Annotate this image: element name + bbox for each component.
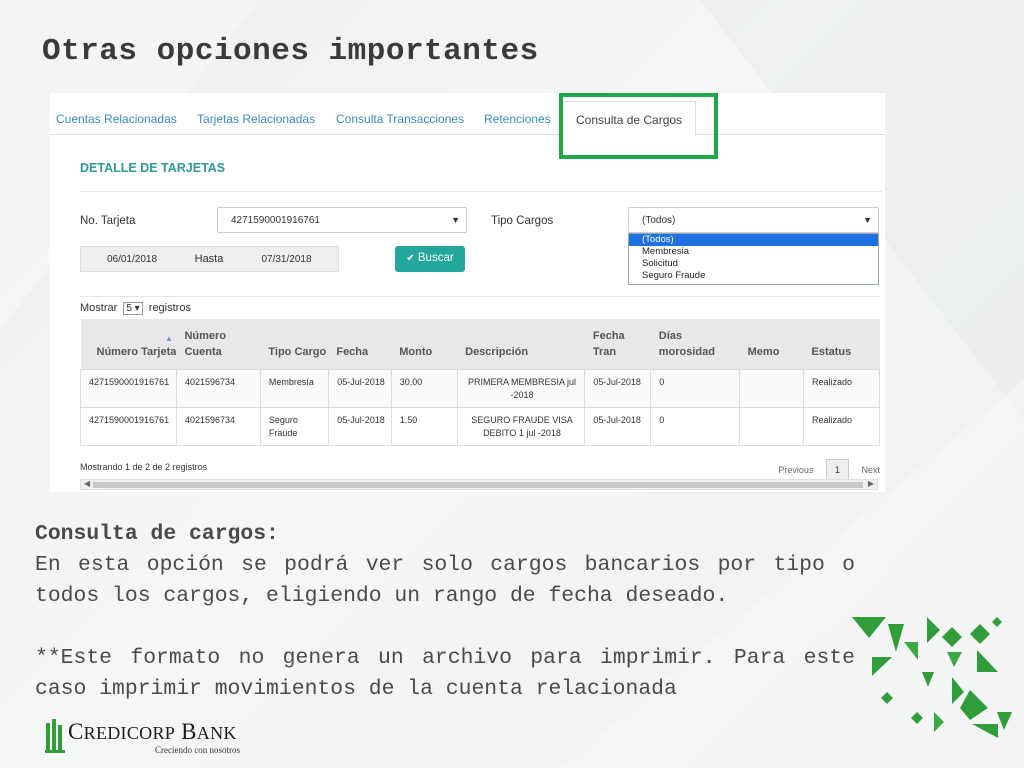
tab-consulta-de-cargos[interactable]: Consulta de Cargos [562, 101, 697, 136]
print-note: **Este formato no genera un archivo para… [35, 646, 855, 701]
table-row: 4271590001916761 4021596734 Seguro Fraud… [80, 406, 880, 446]
cell-estatus: Realizado [803, 368, 880, 408]
page-length-select[interactable]: 5 ▾ [123, 302, 143, 315]
charge-type-options: (Todos) Membresia Solicitud Seguro Fraud… [628, 233, 879, 285]
col-fecha-tran[interactable]: Fecha Tran [584, 319, 651, 369]
cell-numero-cuenta: 4021596734 [175, 368, 261, 408]
date-to-input[interactable]: 07/31/2018 [235, 247, 338, 271]
cell-monto: 1.50 [390, 406, 458, 446]
logo-wordmark: CREDICORP BANK [68, 719, 237, 744]
results-table: Número Tarjeta Número Cuenta Tipo Cargo … [80, 319, 880, 446]
col-memo[interactable]: Memo [739, 319, 804, 369]
check-circle-icon: ✔ [406, 253, 415, 264]
slide-title: Otras opciones importantes [42, 34, 539, 69]
cell-memo [739, 406, 805, 446]
option-solicitud[interactable]: Solicitud [629, 258, 878, 270]
option-seguro-fraude[interactable]: Seguro Fraude [629, 270, 878, 282]
search-button[interactable]: ✔ Buscar [395, 246, 465, 272]
cell-memo [739, 368, 805, 408]
scroll-right-icon[interactable]: ▶ [868, 479, 874, 488]
credicorp-logo: CREDICORP BANK Creciendo con nosotros [45, 715, 275, 760]
charge-type-select[interactable]: (Todos) ▼ [628, 207, 879, 233]
green-triangles-decoration [852, 617, 1012, 738]
section-title: DETALLE DE TARJETAS [80, 161, 226, 175]
option-membresia[interactable]: Membresia [629, 246, 878, 258]
scroll-left-icon[interactable]: ◀ [84, 479, 90, 488]
tab-tarjetas-relacionadas[interactable]: Tarjetas Relacionadas [197, 112, 315, 126]
cell-fecha-tran: 05-Jul-2018 [584, 368, 652, 408]
sort-asc-icon[interactable]: ▲ [165, 334, 173, 343]
cell-numero-cuenta: 4021596734 [175, 406, 261, 446]
show-suffix: registros [148, 302, 191, 314]
chevron-down-icon: ▼ [863, 215, 872, 225]
cell-fecha: 05-Jul-2018 [327, 368, 392, 408]
description-paragraph: En esta opción se podrá ver solo cargos … [35, 553, 855, 608]
col-dias-morosidad[interactable]: Días morosidad [650, 319, 740, 369]
cell-monto: 30.00 [390, 368, 458, 408]
charge-type-value: (Todos) [642, 215, 676, 226]
cell-numero-tarjeta: 4271590001916761 [80, 368, 177, 408]
logo-tagline: Creciendo con nosotros [155, 745, 240, 755]
card-number-value: 4271590001916761 [231, 215, 320, 226]
col-estatus[interactable]: Estatus [803, 319, 880, 369]
date-range: 06/01/2018 Hasta 07/31/2018 [80, 246, 339, 272]
col-descripcion[interactable]: Descripción [457, 319, 585, 369]
next-button[interactable]: Next [861, 465, 880, 475]
description-heading: Consulta de cargos: [35, 522, 279, 546]
col-numero-tarjeta[interactable]: Número Tarjeta [80, 319, 177, 369]
logo-building-icon [45, 719, 65, 753]
previous-button[interactable]: Previous [778, 465, 813, 475]
tab-cuentas-relacionadas[interactable]: Cuentas Relacionadas [56, 112, 177, 126]
charge-type-label: Tipo Cargos [491, 215, 554, 227]
scrollbar-thumb[interactable] [93, 482, 863, 488]
cell-tipo-cargo: Seguro Fraude [259, 406, 329, 446]
date-from-input[interactable]: 06/01/2018 [81, 247, 183, 271]
cell-estatus: Realizado [803, 406, 880, 446]
cell-descripcion: SEGURO FRAUDE VISA DEBITO 1 jul -2018 [456, 406, 586, 446]
consulta-cargos-screenshot: Cuentas Relacionadas Tarjetas Relacionad… [50, 93, 885, 492]
option-todos[interactable]: (Todos) [629, 234, 878, 246]
search-button-label: Buscar [417, 252, 454, 264]
col-numero-cuenta[interactable]: Número Cuenta [176, 319, 261, 369]
col-fecha[interactable]: Fecha [328, 319, 392, 369]
table-info: Mostrando 1 de 2 de 2 registros [80, 462, 208, 472]
show-prefix: Mostrar [80, 302, 118, 314]
col-monto[interactable]: Monto [391, 319, 458, 369]
tab-consulta-transacciones[interactable]: Consulta Transacciones [336, 112, 464, 126]
cell-dias-morosidad: 0 [650, 368, 741, 408]
results-table-area: Mostrar 5 ▾ registros Número Tarjeta Núm… [80, 296, 880, 492]
tab-retenciones[interactable]: Retenciones [484, 112, 551, 126]
chevron-down-icon: ▼ [451, 215, 460, 225]
cell-dias-morosidad: 0 [650, 406, 741, 446]
date-separator: Hasta [194, 253, 224, 265]
page-1-button[interactable]: 1 [825, 459, 849, 481]
page-length-control: Mostrar 5 ▾ registros [80, 302, 191, 315]
cell-tipo-cargo: Membresía [259, 368, 329, 408]
cell-descripcion: PRIMERA MEMBRESIA jul -2018 [456, 368, 586, 408]
col-tipo-cargo[interactable]: Tipo Cargo [260, 319, 329, 369]
card-number-select[interactable]: 4271590001916761 ▼ [217, 207, 467, 233]
card-number-label: No. Tarjeta [80, 215, 136, 227]
tab-bar: Cuentas Relacionadas Tarjetas Relacionad… [50, 93, 885, 136]
horizontal-scrollbar[interactable]: ◀ ▶ [80, 479, 878, 490]
table-row: 4271590001916761 4021596734 Membresía 05… [80, 368, 880, 408]
cell-fecha-tran: 05-Jul-2018 [584, 406, 652, 446]
cell-numero-tarjeta: 4271590001916761 [80, 406, 177, 446]
pagination: Previous 1 Next [778, 459, 880, 481]
cell-fecha: 05-Jul-2018 [327, 406, 392, 446]
section-divider [80, 191, 882, 192]
description-text: Consulta de cargos: En esta opción se po… [35, 519, 855, 705]
